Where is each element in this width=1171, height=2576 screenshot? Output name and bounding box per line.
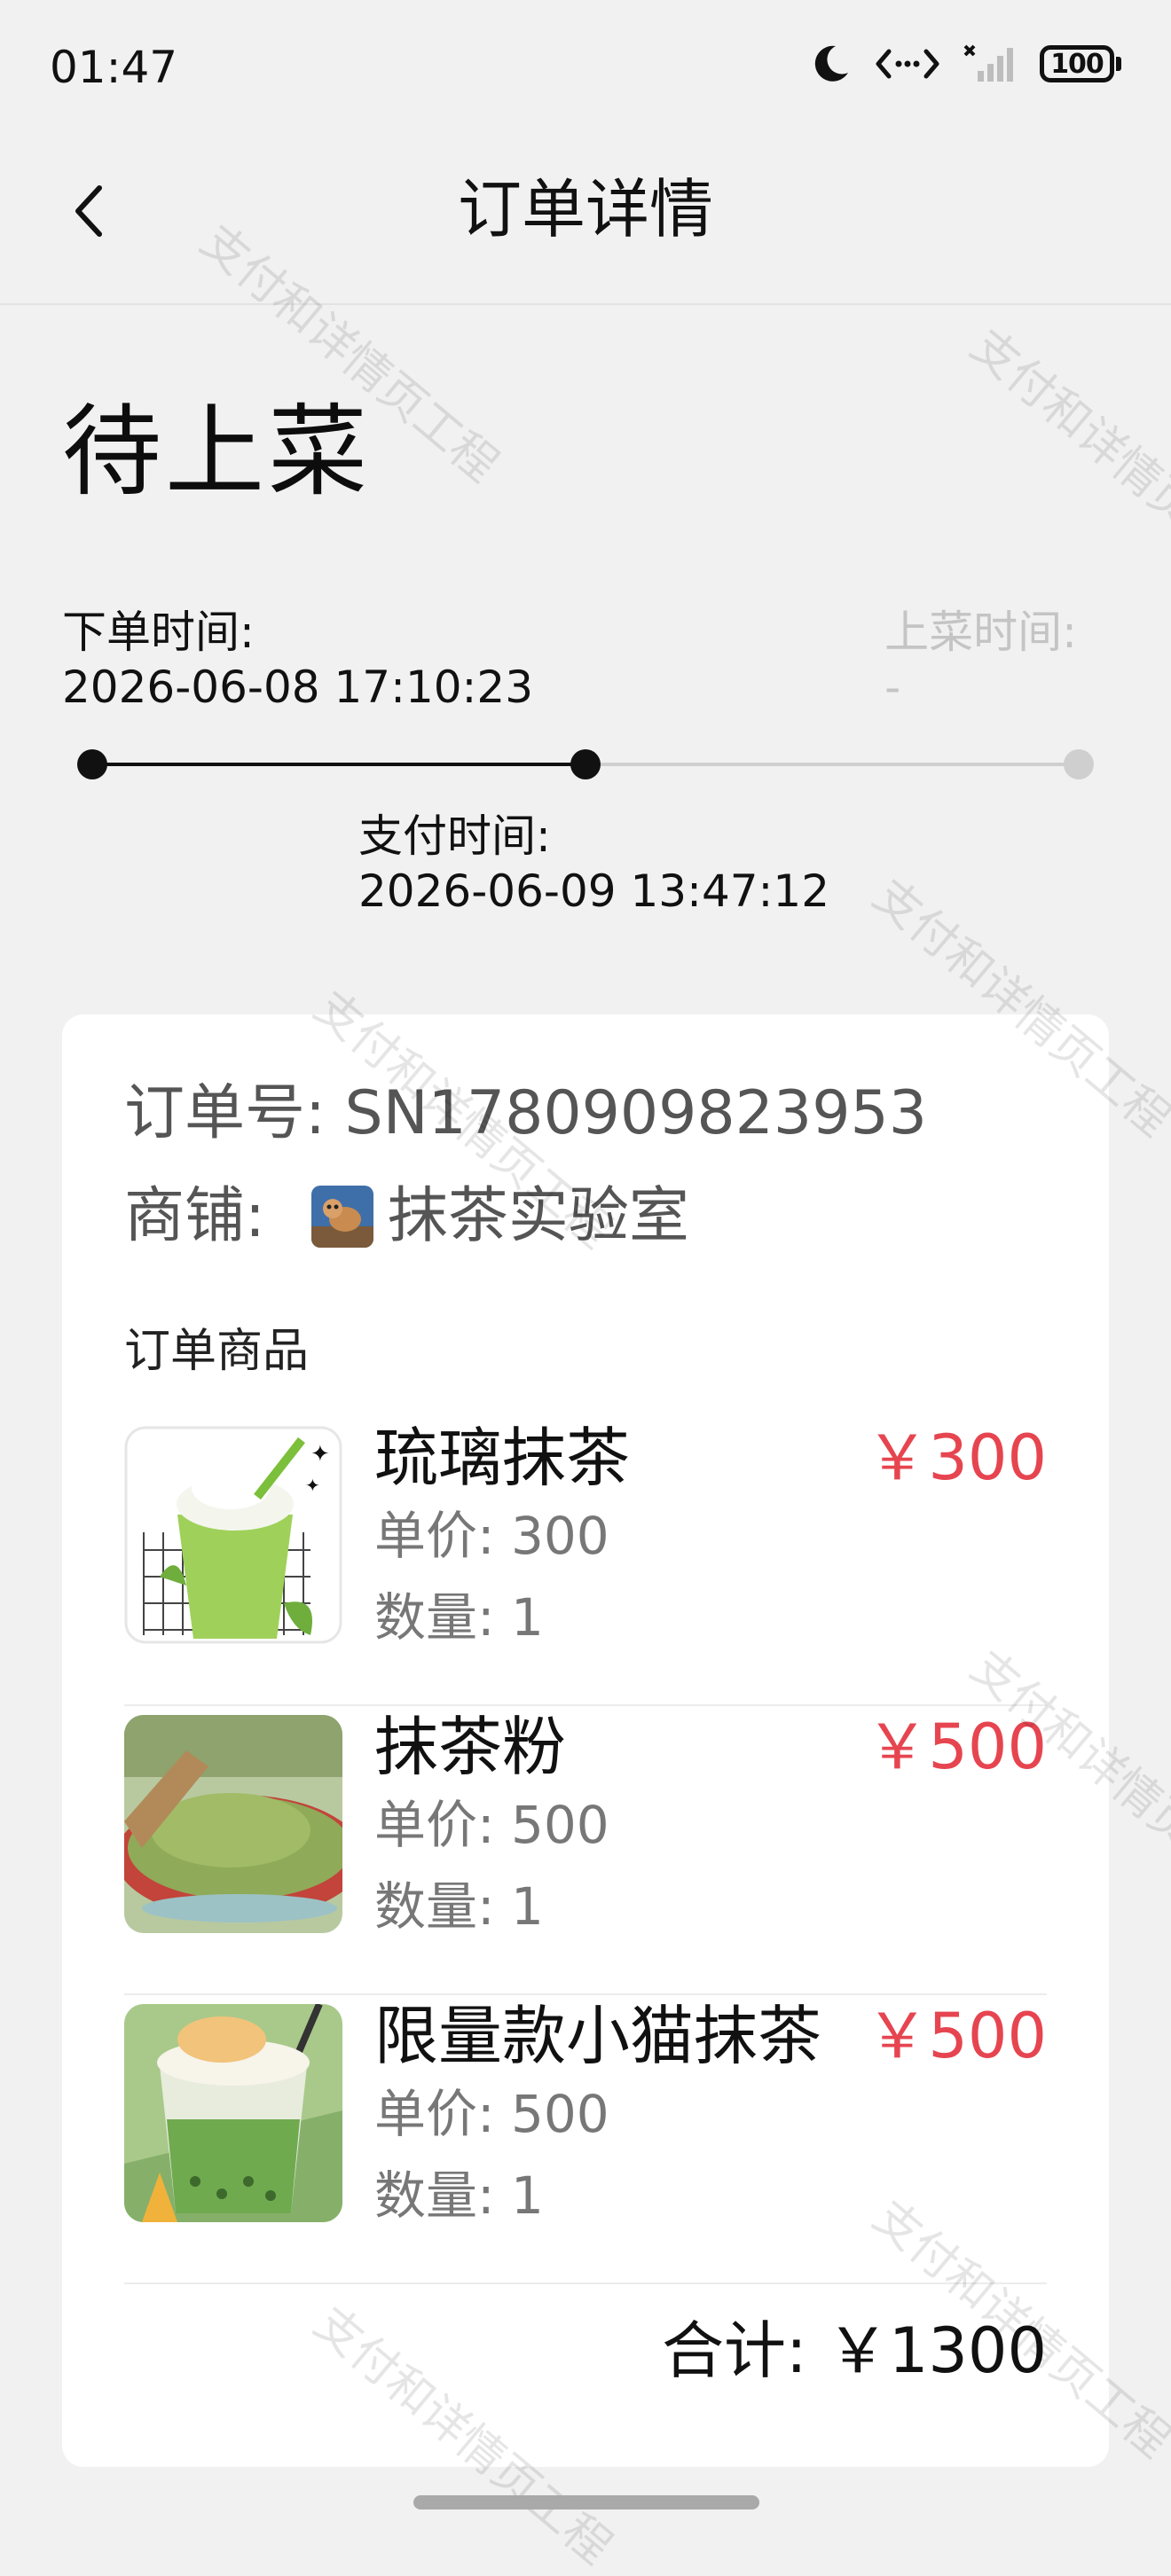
order-item[interactable]: 限量款小猫抹茶 ￥500 单价: 500 数量: 1 [124, 1995, 1047, 2284]
order-card: 订单号: SN1780909823953 商铺: 抹茶实验室 订单商品 ✦ ✦ … [62, 1014, 1109, 2467]
status-time: 01:47 [50, 42, 178, 93]
order-status: 待上菜 [62, 395, 371, 510]
paid-time-block: 支付时间: 2026-06-09 13:47:12 [358, 809, 829, 919]
served-time-label: 上菜时间: [884, 607, 1077, 658]
item-unit-price: 单价: 500 [374, 2084, 609, 2144]
served-time-value: - [884, 662, 901, 713]
timeline-dot-served [1064, 749, 1094, 779]
order-item[interactable]: ✦ ✦ 琉璃抹茶 ￥300 单价: 300 数量: 1 [124, 1417, 1047, 1706]
battery-level: 100 [1040, 45, 1114, 82]
data-transfer-icon [876, 49, 939, 79]
item-price: ￥500 [866, 2000, 1047, 2072]
item-unit-price: 单价: 300 [374, 1506, 609, 1566]
served-time-block: 上菜时间: - [884, 605, 1077, 715]
item-thumbnail: ✦ ✦ [124, 1426, 342, 1644]
item-name: 限量款小猫抹茶 [374, 1999, 822, 2073]
timeline-dot-placed [77, 749, 107, 779]
nav-header: 订单详情 [0, 151, 1171, 305]
watermark: 支付和详情页工程 [961, 318, 1171, 598]
moon-icon [814, 45, 848, 82]
items-section-title: 订单商品 [124, 1325, 310, 1378]
timeline-dot-paid [570, 749, 601, 779]
home-indicator[interactable] [413, 2495, 759, 2509]
order-item[interactable]: 抹茶粉 ￥500 单价: 500 数量: 1 [124, 1706, 1047, 1995]
paid-time-label: 支付时间: [358, 810, 551, 862]
item-thumbnail [124, 1715, 342, 1933]
item-name: 抹茶粉 [374, 1710, 567, 1784]
item-quantity: 数量: 1 [374, 1876, 544, 1937]
placed-time-block: 下单时间: 2026-06-08 17:10:23 [62, 605, 533, 715]
timeline-progress-remaining [586, 763, 1079, 766]
shop-row[interactable]: 商铺: 抹茶实验室 [124, 1178, 689, 1256]
item-unit-price: 单价: 500 [374, 1795, 609, 1855]
placed-time-label: 下单时间: [62, 607, 255, 658]
svg-text:✦: ✦ [310, 1441, 330, 1468]
item-quantity: 数量: 1 [374, 1587, 544, 1648]
order-number: 订单号: SN1780909823953 [124, 1078, 927, 1148]
signal-icon [963, 44, 1013, 82]
shop-name: 抹茶实验室 [387, 1181, 689, 1251]
timeline-progress-done [92, 763, 586, 766]
status-icons: 100 [809, 43, 1121, 85]
order-total: 合计: ￥1300 [662, 2314, 1047, 2387]
page-title: 订单详情 [457, 172, 713, 247]
shop-label: 商铺: [124, 1181, 265, 1251]
paid-time-value: 2026-06-09 13:47:12 [358, 865, 830, 917]
battery-icon: 100 [1040, 45, 1121, 82]
svg-text:✦: ✦ [305, 1475, 320, 1496]
item-price: ￥300 [866, 1421, 1047, 1494]
item-thumbnail [124, 2004, 342, 2222]
placed-time-value: 2026-06-08 17:10:23 [62, 662, 534, 713]
shop-avatar [310, 1186, 373, 1248]
item-name: 琉璃抹茶 [374, 1421, 631, 1495]
item-price: ￥500 [866, 1711, 1047, 1783]
item-quantity: 数量: 1 [374, 2165, 544, 2226]
